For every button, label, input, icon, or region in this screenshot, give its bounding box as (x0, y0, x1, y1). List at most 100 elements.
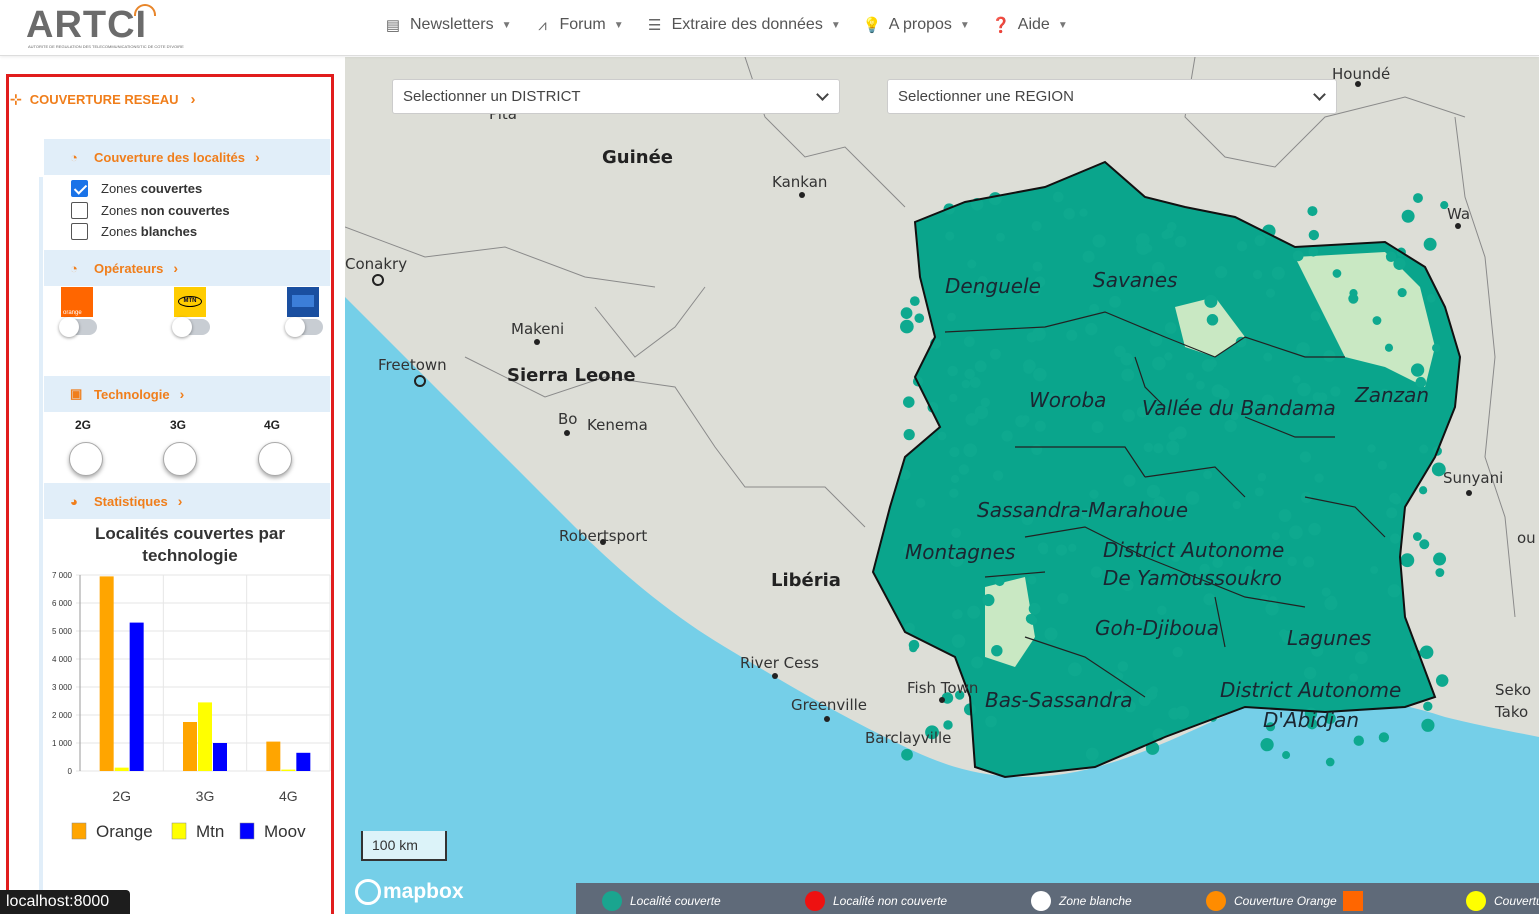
x-tick-label: 2G (112, 788, 131, 804)
bar-moov-2g (129, 622, 144, 771)
legend-swatch-orange (71, 822, 87, 840)
coverage-dot (1302, 556, 1315, 568)
city-label: Wa (1447, 205, 1470, 223)
mapbox-label: mapbox (383, 880, 464, 903)
technology-header[interactable]: ▣ Technologie › (44, 376, 330, 412)
coverage-dot (1413, 193, 1423, 203)
coverage-dot (1167, 443, 1180, 456)
chevron-down-icon (1313, 88, 1326, 101)
radio-2g[interactable] (69, 442, 103, 476)
mapbox-logo[interactable]: mapbox (355, 879, 464, 905)
coverage-dot (985, 715, 997, 728)
orange-toggle[interactable] (59, 317, 97, 337)
coverage-dot (980, 397, 991, 408)
coverage-map[interactable]: Denguele Savanes Woroba Vallée du Bandam… (345, 57, 1539, 914)
coverage-dot (1282, 751, 1291, 760)
coverage-dot (1419, 645, 1434, 660)
pie-chart-icon: ◕ (70, 493, 78, 509)
coverage-dot (1204, 294, 1218, 308)
mtn-toggle[interactable] (172, 317, 210, 337)
coverage-dot (1236, 241, 1248, 252)
coverage-dot (1308, 522, 1321, 536)
coverage-dot (1079, 208, 1088, 217)
legend-dot (1206, 891, 1226, 911)
coverage-dot (1421, 718, 1435, 732)
city-dot (1455, 223, 1461, 229)
coverage-dot (945, 231, 955, 241)
map-canvas[interactable]: Denguele Savanes Woroba Vallée du Bandam… (345, 57, 1539, 914)
section-network-coverage[interactable]: ⊹ COUVERTURE RESEAU › (10, 91, 196, 108)
moov-toggle[interactable] (285, 317, 323, 337)
chevron-down-icon (816, 88, 829, 101)
checkbox-unchecked[interactable] (71, 202, 88, 219)
y-tick-label: 6 000 (52, 599, 73, 608)
checkbox-zones-covered[interactable]: Zones couvertes (71, 180, 202, 197)
city-dot (1466, 490, 1472, 496)
checkbox-checked[interactable] (71, 180, 88, 197)
coverage-dot (949, 446, 960, 458)
main-menu: ▤ Newsletters ▼ ⩘ Forum ▼ ☰ Extraire des… (384, 16, 1090, 34)
artci-logo[interactable]: ARTCI AUTORITE DE REGULATION DES TELECOM… (26, 4, 184, 52)
coverage-dot (1372, 316, 1382, 325)
coverage-dot (1292, 250, 1304, 262)
coverage-dot (967, 259, 977, 269)
city-label: Fish Town (907, 679, 978, 697)
nav-newsletters[interactable]: ▤ Newsletters ▼ (384, 16, 512, 34)
region-label: Bas-Sassandra (985, 688, 1133, 712)
checkbox-zones-uncovered[interactable]: Zones non couvertes (71, 202, 230, 219)
city-dot (600, 539, 606, 545)
y-tick-label: 2 000 (52, 711, 73, 720)
coverage-dot (901, 748, 913, 761)
region-select[interactable]: Selectionner une REGION (887, 79, 1337, 114)
coverage-dot (1348, 293, 1359, 304)
coverage-dot (1089, 303, 1100, 314)
checkbox-unchecked[interactable] (71, 223, 88, 240)
coverage-dot (963, 443, 978, 458)
nav-forum[interactable]: ⩘ Forum ▼ (533, 16, 623, 34)
checkbox-label: Zones blanches (101, 224, 198, 239)
map-scale: 100 km (361, 831, 447, 861)
nav-extract-data[interactable]: ☰ Extraire des données ▼ (646, 16, 841, 34)
coverage-dot (1091, 421, 1104, 434)
coverage-dot (1278, 509, 1292, 522)
coverage-dot (1001, 430, 1013, 442)
coverage-dot (963, 336, 975, 347)
statistics-header[interactable]: ◕ Statistiques › (44, 483, 330, 519)
city-label: Makeni (511, 320, 564, 338)
district-select-value: Selectionner un DISTRICT (403, 88, 581, 105)
coverage-dot (1195, 380, 1205, 390)
operators-header[interactable]: ◔ Opérateurs › (44, 250, 330, 286)
nav-help[interactable]: ❓ Aide ▼ (992, 16, 1068, 34)
coverage-dot (1052, 191, 1064, 203)
coverage-dot (1114, 345, 1126, 358)
coverage-dot (1435, 674, 1449, 687)
legend-label-moov: Moov (264, 822, 306, 841)
city-label: Kankan (772, 173, 827, 191)
legend-label-mtn: Mtn (196, 822, 224, 841)
chevron-down-icon: ▼ (830, 19, 841, 31)
bar-orange-2g (99, 576, 114, 771)
coverage-dot (1314, 473, 1324, 483)
coverage-dot (964, 368, 976, 380)
coverage-dot (1203, 593, 1216, 606)
network-icon: ⊹ (10, 91, 22, 107)
district-select[interactable]: Selectionner un DISTRICT (392, 79, 840, 114)
moov-logo (287, 287, 319, 317)
coverage-dot (1332, 269, 1342, 278)
coverage-dot (1092, 234, 1106, 248)
nav-about[interactable]: 💡 A propos ▼ (863, 16, 970, 34)
coverage-dot (914, 313, 925, 323)
checkbox-zones-white[interactable]: Zones blanches (71, 223, 197, 240)
coverage-dot (1146, 484, 1161, 499)
coverage-dot (1027, 575, 1037, 585)
coverage-dot (1265, 288, 1276, 298)
coverage-dot (903, 396, 915, 408)
coverage-dot (988, 192, 1002, 206)
city-label: Seko (1495, 681, 1531, 699)
coverage-dot (1378, 732, 1390, 743)
radio-4g[interactable] (258, 442, 292, 476)
coverage-localities-header[interactable]: ◔ Couverture des localités › (44, 139, 330, 175)
newspaper-icon: ▤ (385, 17, 401, 34)
chevron-right-icon: › (177, 493, 183, 509)
radio-3g[interactable] (163, 442, 197, 476)
